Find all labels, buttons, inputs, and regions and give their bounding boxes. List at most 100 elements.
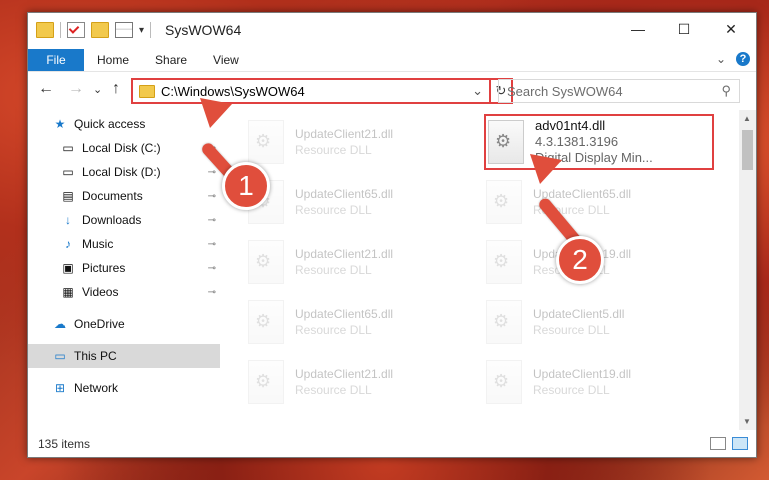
list-item[interactable]: UpdateClient65.dllResource DLL [476, 174, 706, 230]
details-view-icon[interactable] [710, 437, 726, 450]
sidebar-item-music[interactable]: ♪ Music ⊸ [28, 232, 220, 256]
separator [60, 22, 61, 38]
file-tab[interactable]: File [28, 49, 84, 71]
list-item[interactable]: UpdateClient65.dllResource DLL [238, 294, 468, 350]
file-version: 4.3.1381.3196 [535, 134, 619, 149]
sidebar-item-videos[interactable]: ▦ Videos ⊸ [28, 280, 220, 304]
callout-badge-1: 1 [222, 162, 270, 210]
sidebar-item-downloads[interactable]: ↓ Downloads ⊸ [28, 208, 220, 232]
file-type: Resource DLL [295, 143, 372, 157]
scroll-up-icon[interactable]: ▲ [743, 114, 751, 123]
scroll-thumb[interactable] [742, 130, 753, 170]
back-button[interactable]: ← [38, 80, 54, 98]
file-type: Resource DLL [295, 383, 372, 397]
sidebar-item-label: Local Disk (C:) [82, 141, 161, 155]
quick-access-toolbar: ▾ [36, 22, 152, 38]
file-name: UpdateClient21.dll [295, 127, 394, 141]
rename-icon[interactable] [115, 22, 133, 38]
sidebar-item-documents[interactable]: ▤ Documents ⊸ [28, 184, 220, 208]
up-button[interactable]: ↑ [112, 80, 120, 98]
forward-button[interactable]: → [68, 80, 84, 98]
file-type: Resource DLL [533, 383, 610, 397]
pin-icon: ⊸ [207, 262, 216, 274]
address-row: ← → ⌄ ↑ C:\Windows\SysWOW64 ⌄ ↻ Search S… [28, 72, 756, 106]
file-name: UpdateClient21.dll [295, 367, 394, 381]
address-dropdown-icon[interactable]: ⌄ [472, 83, 483, 99]
dll-file-icon [486, 180, 522, 224]
ribbon-controls: ⌄ ? [716, 52, 750, 66]
sidebar-item-quick-access[interactable]: ★ Quick access [28, 112, 220, 136]
maximize-button[interactable]: ☐ [661, 13, 707, 45]
arrow-head-2 [530, 154, 562, 184]
drive-icon: ▭ [62, 141, 74, 155]
network-icon: ⊞ [54, 381, 66, 395]
sidebar-item-pictures[interactable]: ▣ Pictures ⊸ [28, 256, 220, 280]
file-type: Resource DLL [533, 323, 610, 337]
pin-icon: ⊸ [207, 238, 216, 250]
large-icons-view-icon[interactable] [732, 437, 748, 450]
folder-icon [36, 22, 54, 38]
vertical-scrollbar[interactable]: ▲ ▼ [739, 110, 756, 430]
expand-ribbon-icon[interactable]: ⌄ [716, 52, 726, 66]
file-name: UpdateClient21.dll [295, 247, 394, 261]
search-input[interactable]: Search SysWOW64 ⚲ [498, 79, 740, 103]
close-button[interactable]: ✕ [708, 13, 754, 45]
sidebar-item-label: OneDrive [74, 317, 125, 331]
file-name: UpdateClient19.dll [533, 367, 632, 381]
pin-icon: ⊸ [207, 286, 216, 298]
help-icon[interactable]: ? [736, 52, 750, 66]
sidebar-item-label: Local Disk (D:) [82, 165, 161, 179]
minimize-button[interactable]: — [615, 13, 661, 45]
sidebar-item-label: Quick access [74, 117, 146, 131]
title-bar: ▾ SysWOW64 — ☐ ✕ [28, 13, 756, 49]
sidebar-item-label: Pictures [82, 261, 126, 275]
dll-file-icon [248, 120, 284, 164]
customize-toolbar-icon[interactable]: ▾ [139, 25, 144, 36]
file-name: UpdateClient65.dll [295, 307, 394, 321]
dll-file-icon [248, 360, 284, 404]
tab-view[interactable]: View [200, 49, 252, 71]
file-list: UpdateClient21.dll Resource DLL adv01nt4.… [228, 110, 738, 430]
item-count: 135 items [38, 437, 91, 451]
drive-icon: ▭ [62, 165, 74, 179]
sidebar-item-network[interactable]: ⊞ Network [28, 376, 220, 400]
sidebar-item-local-disk-d[interactable]: ▭ Local Disk (D:) ⊸ [28, 160, 220, 184]
scroll-down-icon[interactable]: ▼ [743, 417, 751, 426]
search-icon: ⚲ [721, 83, 731, 98]
dll-file-icon [488, 120, 524, 164]
pin-icon: ⊸ [207, 166, 216, 178]
pin-icon: ⊸ [207, 190, 216, 202]
dll-file-icon [486, 360, 522, 404]
list-item[interactable]: UpdateClient21.dll Resource DLL [238, 234, 468, 290]
tab-share[interactable]: Share [142, 49, 200, 71]
file-type: Resource DLL [295, 203, 372, 217]
list-item[interactable]: UpdateClient19.dll Resource DLL [476, 354, 706, 410]
downloads-icon: ↓ [65, 213, 71, 227]
navigation-pane: ★ Quick access ▭ Local Disk (C:) ⊸ ▭ Loc… [28, 110, 220, 430]
list-item[interactable]: UpdateClient21.dll Resource DLL [238, 354, 468, 410]
file-name: adv01nt4.dll [535, 118, 606, 133]
view-toggles [710, 437, 748, 450]
new-folder-icon[interactable] [91, 22, 109, 38]
list-item[interactable]: UpdateClient5.dll Resource DLL [476, 294, 706, 350]
address-bar[interactable]: C:\Windows\SysWOW64 ⌄ [131, 78, 491, 104]
sidebar-item-local-disk-c[interactable]: ▭ Local Disk (C:) ⊸ [28, 136, 220, 160]
properties-check-icon[interactable] [67, 22, 85, 38]
pictures-icon: ▣ [62, 261, 74, 275]
sidebar-item-label: Downloads [82, 213, 142, 227]
list-item[interactable]: UpdateClient65.dllResource DLL [238, 174, 468, 230]
documents-icon: ▤ [62, 189, 74, 203]
pin-icon: ⊸ [207, 214, 216, 226]
list-item[interactable]: UpdateClient21.dll Resource DLL [238, 114, 468, 170]
file-name: UpdateClient5.dll [533, 307, 625, 321]
sidebar-item-label: Network [74, 381, 119, 395]
sidebar-item-this-pc[interactable]: ▭ This PC [28, 344, 220, 368]
search-placeholder: Search SysWOW64 [507, 83, 623, 99]
tab-home[interactable]: Home [84, 49, 142, 71]
recent-locations-button[interactable]: ⌄ [93, 83, 102, 96]
window-title: SysWOW64 [165, 22, 242, 38]
list-item-adv01nt4[interactable]: adv01nt4.dll 4.3.1381.3196 Digital Displ… [484, 114, 714, 170]
star-icon: ★ [54, 117, 66, 131]
sidebar-item-onedrive[interactable]: ☁ OneDrive [28, 312, 220, 336]
separator [150, 22, 152, 38]
